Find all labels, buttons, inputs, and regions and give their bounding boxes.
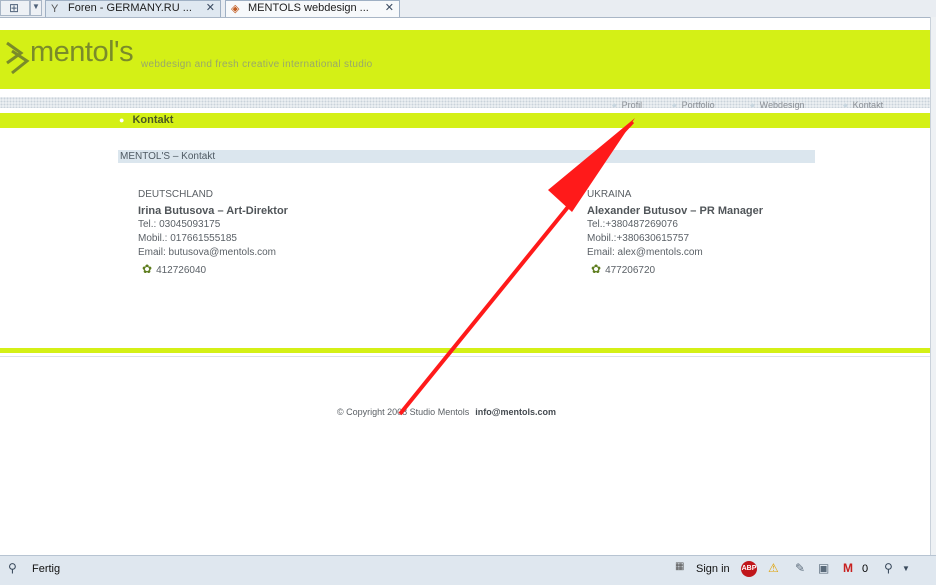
annotation-arrow-icon [398,118,635,416]
gmail-icon[interactable]: M [843,561,853,575]
mail-count: 0 [862,563,869,575]
notes-icon[interactable]: ✎ [795,561,805,575]
status-text: Fertig [32,563,61,575]
window-icon[interactable]: ▣ [818,561,829,575]
search-icon: ⚲ [8,561,17,575]
signin-icon: ▦ [675,561,685,572]
chevron-down-icon[interactable]: ▼ [902,564,910,573]
zoom-icon[interactable]: ⚲ [884,561,893,575]
warning-icon[interactable]: ⚠ [768,561,779,575]
sign-in-link[interactable]: Sign in [696,563,730,575]
adblock-icon[interactable]: ABP [741,561,757,577]
